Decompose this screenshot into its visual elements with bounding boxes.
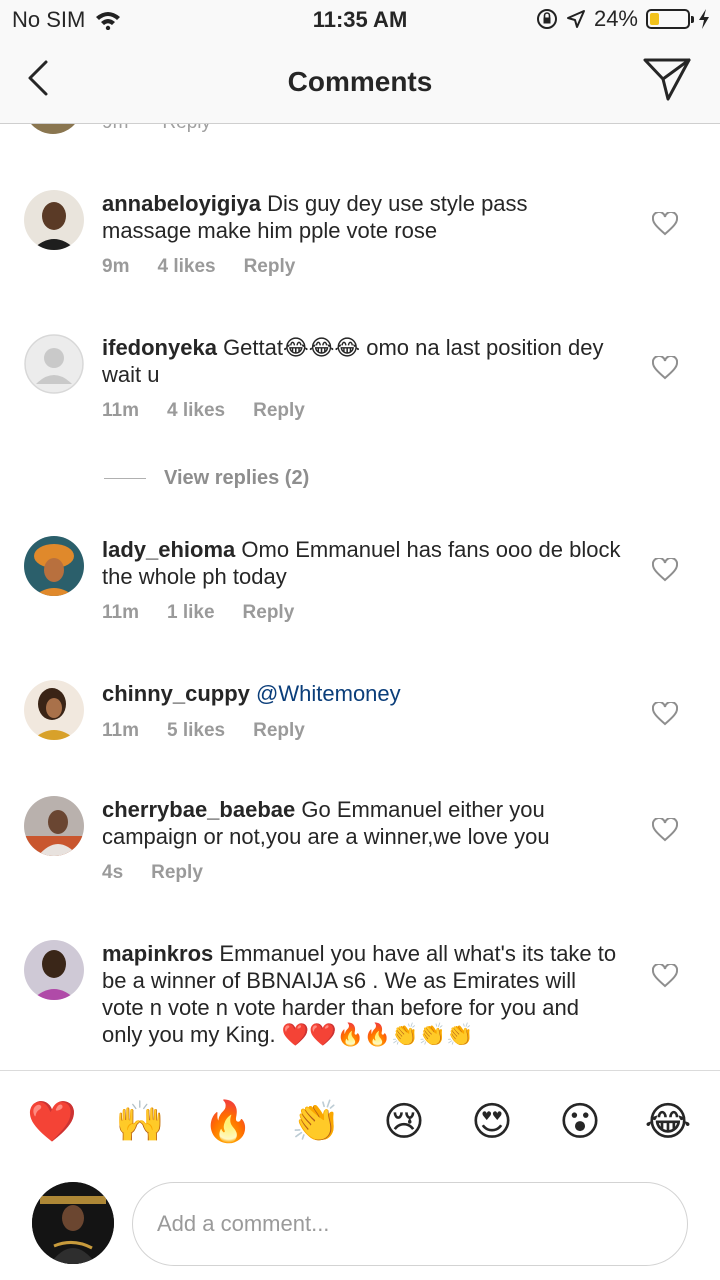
reply-button[interactable]: Reply <box>243 602 295 624</box>
comment-likes[interactable]: 5 likes <box>167 720 225 742</box>
comment-time: 4s <box>102 862 124 883</box>
comment-time: 9m <box>102 256 130 277</box>
comment-meta: 9m 4 likes Reply <box>102 256 295 278</box>
reply-button[interactable]: Reply <box>244 256 296 278</box>
view-replies-button[interactable]: View replies (2) <box>104 467 309 490</box>
avatar[interactable] <box>24 334 84 394</box>
emoji-fire[interactable]: 🔥 <box>200 1097 256 1147</box>
comment-meta: 11m 4 likes Reply <box>102 400 305 422</box>
heart-icon[interactable] <box>652 356 678 380</box>
emoji-quick-bar: ❤️ 🙌 🔥 👏 😢 😍 😮 😂 <box>0 1070 720 1174</box>
partial-comment-meta: 9m Reply <box>102 124 211 134</box>
heart-icon[interactable] <box>652 212 678 236</box>
heart-icon[interactable] <box>652 964 678 988</box>
paper-plane-icon[interactable] <box>642 56 692 102</box>
comment-likes[interactable]: 1 like <box>167 602 215 624</box>
comment-username[interactable]: lady_ehioma <box>102 537 235 562</box>
comment-body: chinny_cuppy @Whitemoney <box>102 680 622 707</box>
charging-bolt-icon <box>699 9 709 29</box>
comment-meta: 11m 1 like Reply <box>102 602 294 624</box>
comment-input[interactable] <box>132 1182 688 1266</box>
comment-username[interactable]: mapinkros <box>102 941 213 966</box>
comment-mention[interactable]: @Whitemoney <box>256 681 401 706</box>
comments-list[interactable]: 9m Reply annabeloyigiya Dis guy dey use … <box>0 124 720 1070</box>
avatar[interactable] <box>24 536 84 596</box>
status-right: 24% <box>536 6 710 32</box>
heart-icon[interactable] <box>652 818 678 842</box>
comment-time: 9m <box>102 124 128 134</box>
orientation-lock-icon <box>536 9 557 29</box>
nav-header: Comments <box>0 40 720 124</box>
emoji-heart-eyes[interactable]: 😍 <box>464 1097 520 1147</box>
comment-body: ifedonyeka Gettat😂😂😂 omo na last positio… <box>102 334 622 388</box>
emoji-tears-of-joy[interactable]: 😂 <box>640 1097 696 1147</box>
comment-username[interactable]: annabeloyigiya <box>102 191 261 216</box>
avatar[interactable] <box>24 680 84 740</box>
current-user-avatar[interactable] <box>32 1182 114 1264</box>
page-title: Comments <box>287 66 433 97</box>
emoji-surprised-face[interactable]: 😮 <box>552 1097 608 1147</box>
avatar[interactable] <box>24 940 84 1000</box>
heart-icon[interactable] <box>652 702 678 726</box>
emoji-crying-face[interactable]: 😢 <box>376 1097 432 1147</box>
comment-username[interactable]: ifedonyeka <box>102 335 217 360</box>
comment-time: 11m <box>102 602 139 623</box>
avatar[interactable] <box>24 796 84 856</box>
comment-body: mapinkros Emmanuel you have all what's i… <box>102 940 622 1048</box>
battery-icon <box>646 9 694 29</box>
comment-time: 11m <box>102 400 139 421</box>
reply-button[interactable]: Reply <box>162 124 211 134</box>
comment-input-bar <box>0 1174 720 1280</box>
reply-button[interactable]: Reply <box>253 720 305 742</box>
heart-icon[interactable] <box>652 558 678 582</box>
comment-meta: 4s Reply <box>102 862 203 884</box>
comment-username[interactable]: cherrybae_baebae <box>102 797 295 822</box>
emoji-red-heart[interactable]: ❤️ <box>24 1097 80 1147</box>
battery-percent: 24% <box>593 6 638 31</box>
comment-body: annabeloyigiya Dis guy dey use style pas… <box>102 190 622 244</box>
reply-button[interactable]: Reply <box>253 400 305 422</box>
comment-body: lady_ehioma Omo Emmanuel has fans ooo de… <box>102 536 622 590</box>
comment-meta: 11m 5 likes Reply <box>102 720 305 742</box>
comment-username[interactable]: chinny_cuppy <box>102 681 250 706</box>
comment-time: 11m <box>102 720 139 741</box>
emoji-clapping-hands[interactable]: 👏 <box>288 1097 344 1147</box>
reply-button[interactable]: Reply <box>151 862 203 884</box>
replies-divider <box>104 478 146 479</box>
status-bar: No SIM 11:35 AM 24% <box>0 0 720 40</box>
comment-likes[interactable]: 4 likes <box>167 400 225 422</box>
comment-body: cherrybae_baebae Go Emmanuel either you … <box>102 796 622 850</box>
avatar[interactable] <box>24 190 84 250</box>
comment-likes[interactable]: 4 likes <box>157 256 215 278</box>
battery-fill <box>650 13 659 25</box>
view-replies-label: View replies (2) <box>164 467 310 489</box>
avatar <box>24 124 82 134</box>
emoji-raised-hands[interactable]: 🙌 <box>112 1097 168 1147</box>
location-arrow-icon <box>566 10 585 28</box>
partial-comment <box>24 124 82 134</box>
